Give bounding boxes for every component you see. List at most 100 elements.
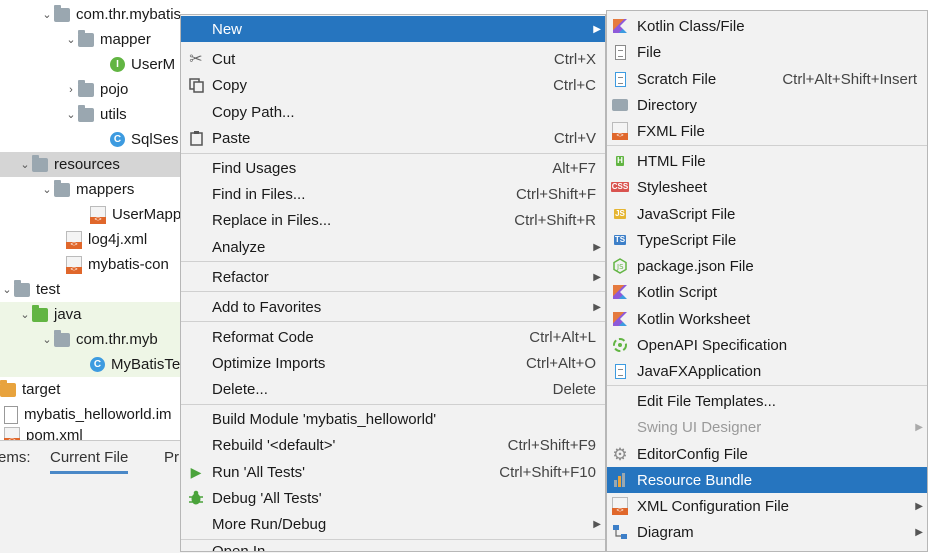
tab-problems[interactable]: Pr <box>164 449 179 466</box>
chevron-down-icon[interactable]: ⌄ <box>18 158 32 171</box>
nodejs-icon: JS <box>611 257 629 275</box>
chevron-down-icon[interactable]: ⌄ <box>40 333 54 346</box>
menu-item-add-to-favorites[interactable]: Add to Favorites ▶ <box>181 294 605 320</box>
submenu-item-label: Diagram <box>637 523 694 541</box>
tree-label: mappers <box>76 181 135 198</box>
menu-shortcut: Ctrl+C <box>553 76 596 94</box>
resources-folder-icon <box>32 154 48 172</box>
paste-icon <box>187 129 205 147</box>
menu-item-copy-path[interactable]: Copy Path... <box>181 99 605 125</box>
menu-item-run-all-tests[interactable]: ▶ Run 'All Tests' Ctrl+Shift+F10 <box>181 459 605 485</box>
menu-item-label: Analyze <box>212 238 266 256</box>
menu-item-debug-all-tests[interactable]: Debug 'All Tests' <box>181 485 605 511</box>
menu-item-find-in-files[interactable]: Find in Files... Ctrl+Shift+F <box>181 181 605 207</box>
tree-label: com.thr.myb <box>76 331 158 348</box>
submenu-item-xml-configuration-file[interactable]: XML Configuration File ▶ <box>607 493 927 519</box>
folder-icon <box>54 179 70 197</box>
menu-item-copy[interactable]: Copy Ctrl+C <box>181 72 605 98</box>
submenu-item-label: package.json File <box>637 257 754 275</box>
submenu-item-label: XML Configuration File <box>637 497 790 515</box>
menu-item-reformat-code[interactable]: Reformat Code Ctrl+Alt+L <box>181 324 605 350</box>
menu-separator <box>181 261 605 262</box>
submenu-item-html-file[interactable]: H HTML File <box>607 148 927 174</box>
chevron-down-icon[interactable]: ⌄ <box>40 8 54 21</box>
menu-item-label: Copy Path... <box>212 103 295 121</box>
submenu-item-label: Swing UI Designer <box>637 418 762 436</box>
menu-separator <box>181 404 605 405</box>
menu-item-label: Rebuild '<default>' <box>212 436 336 454</box>
submenu-item-package-json[interactable]: JS package.json File <box>607 253 927 279</box>
menu-item-find-usages[interactable]: Find Usages Alt+F7 <box>181 155 605 181</box>
submenu-item-diagram[interactable]: Diagram ▶ <box>607 519 927 545</box>
menu-item-delete[interactable]: Delete... Delete <box>181 376 605 402</box>
js-icon: JS <box>614 209 626 219</box>
excluded-folder-icon <box>0 379 16 397</box>
interface-icon: I <box>110 57 125 72</box>
submenu-item-kotlin-class[interactable]: Kotlin Class/File <box>607 13 927 39</box>
submenu-item-label: OpenAPI Specification <box>637 336 788 354</box>
menu-shortcut: Ctrl+Shift+F9 <box>507 436 596 454</box>
menu-item-replace-in-files[interactable]: Replace in Files... Ctrl+Shift+R <box>181 207 605 233</box>
menu-item-label: Delete... <box>212 380 268 398</box>
submenu-item-scratch-file[interactable]: Scratch File Ctrl+Alt+Shift+Insert <box>607 66 927 92</box>
submenu-item-label: FXML File <box>637 122 705 140</box>
submenu-item-file[interactable]: File <box>607 39 927 65</box>
kotlin-script-icon <box>611 283 629 301</box>
xml-file-icon <box>4 427 20 440</box>
menu-item-analyze[interactable]: Analyze ▶ <box>181 234 605 260</box>
submenu-item-openapi[interactable]: OpenAPI Specification <box>607 332 927 358</box>
menu-item-label: Refactor <box>212 268 269 286</box>
chevron-down-icon[interactable]: ⌄ <box>40 183 54 196</box>
submenu-item-label: Directory <box>637 96 698 114</box>
chevron-down-icon[interactable]: ⌄ <box>0 283 14 296</box>
menu-item-paste[interactable]: Paste Ctrl+V <box>181 125 605 151</box>
submenu-item-javafx-application[interactable]: JavaFXApplication <box>607 358 927 384</box>
menu-separator <box>181 539 605 540</box>
submenu-item-label: JavaScript File <box>637 205 736 223</box>
ts-icon: TS <box>613 235 627 245</box>
submenu-item-kotlin-worksheet[interactable]: Kotlin Worksheet <box>607 306 927 332</box>
menu-shortcut: Ctrl+Shift+F10 <box>499 463 596 481</box>
menu-item-label: Open In <box>212 543 266 552</box>
tree-label: utils <box>100 106 127 123</box>
submenu-item-kotlin-script[interactable]: Kotlin Script <box>607 279 927 305</box>
menu-item-refactor[interactable]: Refactor ▶ <box>181 264 605 290</box>
submenu-item-edit-file-templates[interactable]: Edit File Templates... <box>607 388 927 414</box>
tree-label: com.thr.mybatis <box>76 6 182 23</box>
menu-item-optimize-imports[interactable]: Optimize Imports Ctrl+Alt+O <box>181 350 605 376</box>
package-icon <box>54 329 70 347</box>
chevron-down-icon[interactable]: ⌄ <box>64 108 78 121</box>
menu-item-open-in[interactable]: Open In <box>181 542 605 552</box>
menu-item-more-run-debug[interactable]: More Run/Debug ▶ <box>181 511 605 537</box>
submenu-arrow-icon: ▶ <box>593 241 601 253</box>
context-menu: New ▶ ✂ Cut Ctrl+X Copy Ctrl+C Copy Path… <box>180 14 606 552</box>
xml-file-icon <box>66 255 82 274</box>
file-icon <box>611 43 629 61</box>
tree-label: pom.xml <box>26 427 83 440</box>
svg-text:JS: JS <box>616 263 624 271</box>
menu-item-cut[interactable]: ✂ Cut Ctrl+X <box>181 46 605 72</box>
tab-current-file[interactable]: Current File <box>50 449 129 474</box>
submenu-item-stylesheet[interactable]: CSS Stylesheet <box>607 174 927 200</box>
scratch-file-icon <box>611 70 629 88</box>
menu-item-rebuild[interactable]: Rebuild '<default>' Ctrl+Shift+F9 <box>181 432 605 458</box>
chevron-right-icon[interactable]: › <box>64 84 78 96</box>
submenu-item-editorconfig-file[interactable]: ⚙ EditorConfig File <box>607 441 927 467</box>
tree-label: test <box>36 281 61 298</box>
kotlin-worksheet-icon <box>611 310 629 328</box>
menu-separator <box>181 321 605 322</box>
submenu-item-typescript-file[interactable]: TS TypeScript File <box>607 227 927 253</box>
menu-separator <box>607 385 927 386</box>
chevron-down-icon[interactable]: ⌄ <box>18 308 32 321</box>
tree-label: SqlSes <box>131 131 179 148</box>
folder-icon <box>14 279 30 297</box>
submenu-item-javascript-file[interactable]: JS JavaScript File <box>607 201 927 227</box>
menu-shortcut: Ctrl+V <box>553 129 596 147</box>
menu-item-build-module[interactable]: Build Module 'mybatis_helloworld' <box>181 406 605 432</box>
directory-icon <box>611 96 629 114</box>
submenu-item-directory[interactable]: Directory <box>607 92 927 118</box>
menu-item-new[interactable]: New ▶ <box>181 16 605 42</box>
chevron-down-icon[interactable]: ⌄ <box>64 33 78 46</box>
submenu-item-resource-bundle[interactable]: Resource Bundle <box>607 467 927 493</box>
submenu-item-fxml-file[interactable]: FXML File <box>607 118 927 144</box>
